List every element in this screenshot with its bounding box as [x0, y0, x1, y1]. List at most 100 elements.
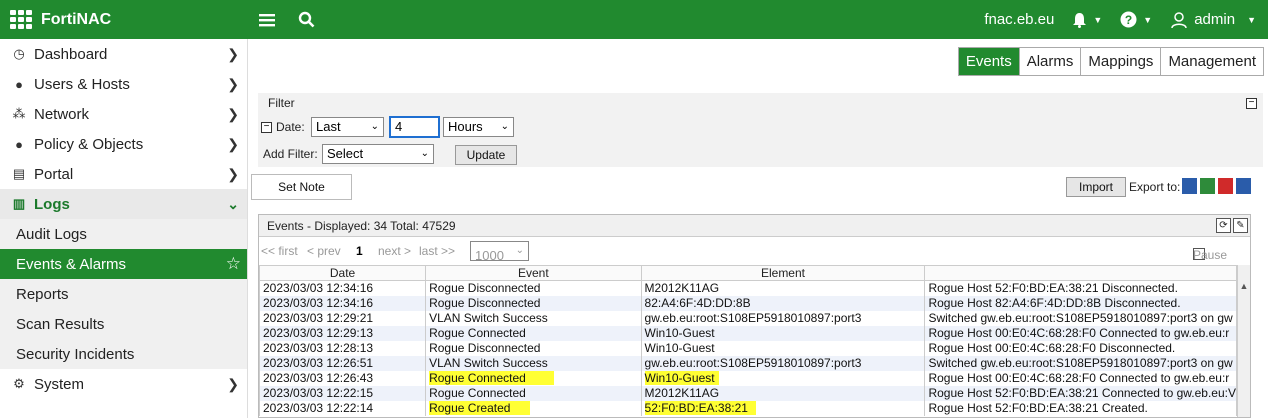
column-header-message[interactable] — [924, 265, 1237, 281]
date-label: Date: — [276, 120, 305, 134]
column-header-date[interactable]: Date — [258, 265, 427, 281]
excel-export-icon[interactable] — [1200, 178, 1215, 194]
update-button[interactable]: Update — [455, 145, 517, 165]
current-page[interactable]: 1 — [356, 244, 363, 258]
table-row[interactable]: 2023/03/03 12:34:16 Rogue Disconnected M20… — [258, 280, 1237, 296]
chevron-down-icon: ⌄ — [420, 148, 429, 159]
page-size-select[interactable]: 1000 ⌄ — [470, 241, 529, 263]
prev-page-link[interactable]: < prev — [307, 244, 341, 258]
cell: Rogue Host 00:E0:4C:68:28:F0 Connected t… — [924, 325, 1237, 341]
cell: Rogue Host 52:F0:BD:EA:38:21 Created. — [924, 400, 1237, 416]
cell: Switched gw.eb.eu:root:S108EP5918010897:… — [924, 310, 1237, 326]
chevron-right-icon: ❯ — [227, 375, 239, 392]
sidebar-sub-events-alarms[interactable]: Events & Alarms ☆ — [0, 249, 247, 279]
star-icon[interactable]: ☆ — [226, 254, 241, 274]
date-unit-select[interactable]: Hours ⌄ — [443, 117, 514, 137]
pager: << first < prev 1 next > last >> 1000 ⌄ P… — [259, 239, 1250, 263]
cell: Rogue Host 00:E0:4C:68:28:F0 Connected t… — [924, 370, 1237, 386]
table-row[interactable]: 2023/03/03 12:26:43 Rogue Connected Win10-… — [258, 370, 1237, 386]
sidebar-item-system[interactable]: ⚙ System ❯ — [0, 369, 247, 399]
tab-events[interactable]: Events — [958, 48, 1019, 75]
sidebar-item-logs[interactable]: ▥ Logs ⌄ — [0, 189, 247, 219]
table-row[interactable]: 2023/03/03 12:22:15 Rogue Connected M2012K… — [258, 385, 1237, 401]
table-row[interactable]: 2023/03/03 12:28:13 Rogue Disconnected Win… — [258, 340, 1237, 356]
sidebar-item-portal[interactable]: ▤ Portal ❯ — [0, 159, 247, 189]
rtf-export-icon[interactable] — [1236, 178, 1251, 194]
filter-panel: Filter − − Date: Last ⌄ 4 Hours ⌄ Add Filt… — [258, 93, 1263, 167]
sidebar-sub-reports[interactable]: Reports — [0, 279, 247, 309]
cell: 52:F0:BD:EA:38:21 — [640, 400, 926, 416]
cell: gw.eb.eu:root:S108EP5918010897:port3 — [640, 310, 926, 326]
cell: VLAN Switch Success — [425, 355, 642, 371]
sidebar-sub-audit-logs[interactable]: Audit Logs — [0, 219, 247, 249]
tab-management[interactable]: Management — [1160, 48, 1263, 75]
remove-date-filter-icon[interactable]: − — [261, 122, 272, 133]
column-header-element[interactable]: Element — [640, 265, 926, 281]
pdf-export-icon[interactable] — [1218, 178, 1233, 194]
search-icon[interactable] — [298, 0, 315, 39]
cell: Switched gw.eb.eu:root:S108EP5918010897:… — [924, 355, 1237, 371]
cell: Rogue Connected — [425, 385, 642, 401]
chevron-right-icon: ❯ — [227, 45, 239, 62]
help-icon: ? — [1120, 11, 1137, 28]
cell: Rogue Host 82:A4:6F:4D:DD:8B Disconnecte… — [924, 295, 1237, 311]
cell: Rogue Host 52:F0:BD:EA:38:21 Connected t… — [924, 385, 1237, 401]
sidebar-item-policy-objects[interactable]: ● Policy & Objects ❯ — [0, 129, 247, 159]
tab-alarms[interactable]: Alarms — [1018, 48, 1081, 75]
user-icon: ● — [15, 76, 23, 92]
dashboard-icon: ◷ — [13, 46, 25, 61]
highlighted-text: Rogue Created — [429, 401, 531, 415]
sidebar-item-network[interactable]: ⁂ Network ❯ — [0, 99, 247, 129]
cell: Win10-Guest — [640, 370, 926, 386]
menu-icon[interactable] — [259, 0, 275, 39]
date-value-input[interactable]: 4 — [389, 116, 440, 138]
cell: Win10-Guest — [640, 340, 926, 356]
next-page-link[interactable]: next > — [378, 244, 411, 258]
table-row[interactable]: 2023/03/03 12:34:16 Rogue Disconnected 82:… — [258, 295, 1237, 311]
sidebar-item-label: Reports — [16, 285, 69, 303]
sidebar-item-label: Security Incidents — [16, 345, 135, 363]
collapse-filter-icon[interactable]: − — [1246, 98, 1257, 109]
sidebar-item-label: Scan Results — [16, 315, 105, 333]
last-page-link[interactable]: last >> — [419, 244, 455, 258]
first-page-link[interactable]: << first — [261, 244, 298, 258]
set-note-button[interactable]: Set Note — [251, 174, 352, 200]
refresh-icon[interactable]: ⟳ — [1216, 218, 1231, 233]
table-row[interactable]: 2023/03/03 12:26:51 VLAN Switch Success gw… — [258, 355, 1237, 371]
cell: Rogue Host 52:F0:BD:EA:38:21 Disconnecte… — [924, 280, 1237, 296]
notifications-button[interactable]: ▼ — [1072, 12, 1102, 28]
sidebar-sub-security-incidents[interactable]: Security Incidents — [0, 339, 247, 369]
import-button[interactable]: Import — [1066, 177, 1126, 197]
page-size-value: 1000 — [475, 248, 504, 263]
date-mode-select[interactable]: Last ⌄ — [311, 117, 384, 137]
cell: Rogue Connected — [425, 325, 642, 341]
cell: 2023/03/03 12:29:21 — [258, 310, 427, 326]
help-button[interactable]: ? ▼ — [1120, 11, 1152, 28]
sidebar-item-users-hosts[interactable]: ● Users & Hosts ❯ — [0, 69, 247, 99]
sidebar-item-label: Policy & Objects — [34, 135, 144, 153]
column-header-event[interactable]: Event — [425, 265, 642, 281]
sidebar-sub-scan-results[interactable]: Scan Results — [0, 309, 247, 339]
chevron-right-icon: ❯ — [227, 105, 239, 122]
sidebar-item-label: Audit Logs — [16, 225, 87, 243]
table-row[interactable]: 2023/03/03 12:29:13 Rogue Connected Win10-… — [258, 325, 1237, 341]
sidebar-item-dashboard[interactable]: ◷ Dashboard ❯ — [0, 39, 247, 69]
user-icon — [1171, 11, 1187, 28]
chart-icon: ▥ — [12, 196, 26, 211]
user-icon: ● — [15, 136, 23, 152]
cell: Rogue Disconnected — [425, 280, 642, 296]
cell: 2023/03/03 12:26:43 — [258, 370, 427, 386]
tab-mappings[interactable]: Mappings — [1080, 48, 1161, 75]
settings-icon[interactable]: ✎ — [1233, 218, 1248, 233]
table-row[interactable]: 2023/03/03 12:29:21 VLAN Switch Success gw… — [258, 310, 1237, 326]
events-header: Events - Displayed: 34 Total: 47529 ⟳ ✎ — [259, 215, 1250, 237]
sidebar-item-label: Events & Alarms — [16, 255, 127, 273]
user-menu[interactable]: admin ▼ — [1170, 11, 1256, 29]
add-filter-select[interactable]: Select ⌄ — [322, 144, 434, 164]
vertical-scrollbar[interactable]: ▲ — [1237, 265, 1250, 417]
csv-export-icon[interactable] — [1182, 178, 1197, 194]
chevron-down-icon: ▼ — [1247, 14, 1256, 25]
table-row[interactable]: 2023/03/03 12:22:14 Rogue Created 52:F0:BD… — [258, 400, 1237, 416]
scroll-up-icon[interactable]: ▲ — [1238, 281, 1250, 291]
brand[interactable]: FortiNAC — [10, 0, 111, 39]
